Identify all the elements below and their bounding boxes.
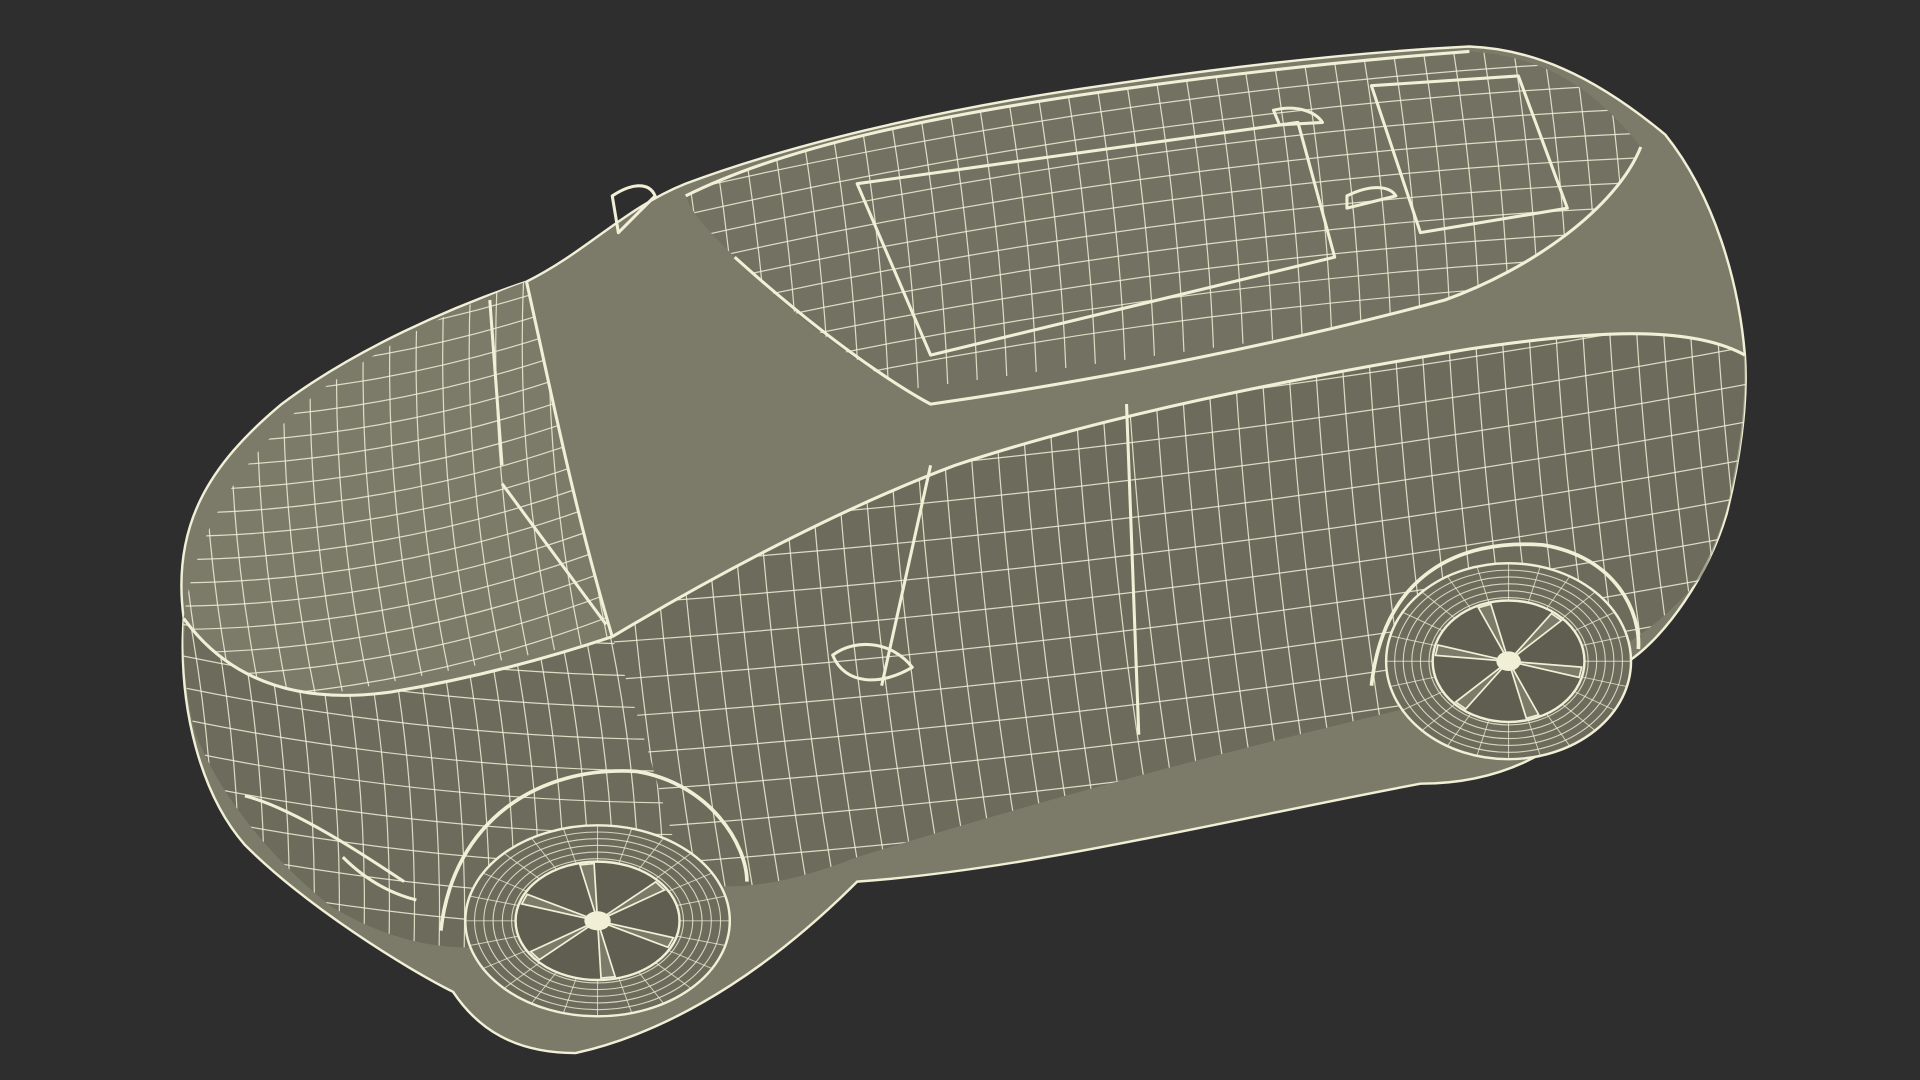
wire-line <box>661 0 1665 24</box>
wire-line <box>1763 156 1822 756</box>
rear-wheel <box>1384 562 1633 761</box>
wireframe-car-render <box>151 0 1822 1055</box>
hub-cap <box>1496 651 1521 672</box>
wire-line <box>151 257 183 722</box>
wire-line <box>1735 333 1746 760</box>
hub-cap <box>584 911 611 931</box>
wire-line <box>661 0 1665 49</box>
front-wheel <box>464 824 732 1018</box>
render-viewport <box>0 0 1920 1080</box>
wire-line <box>159 164 637 257</box>
